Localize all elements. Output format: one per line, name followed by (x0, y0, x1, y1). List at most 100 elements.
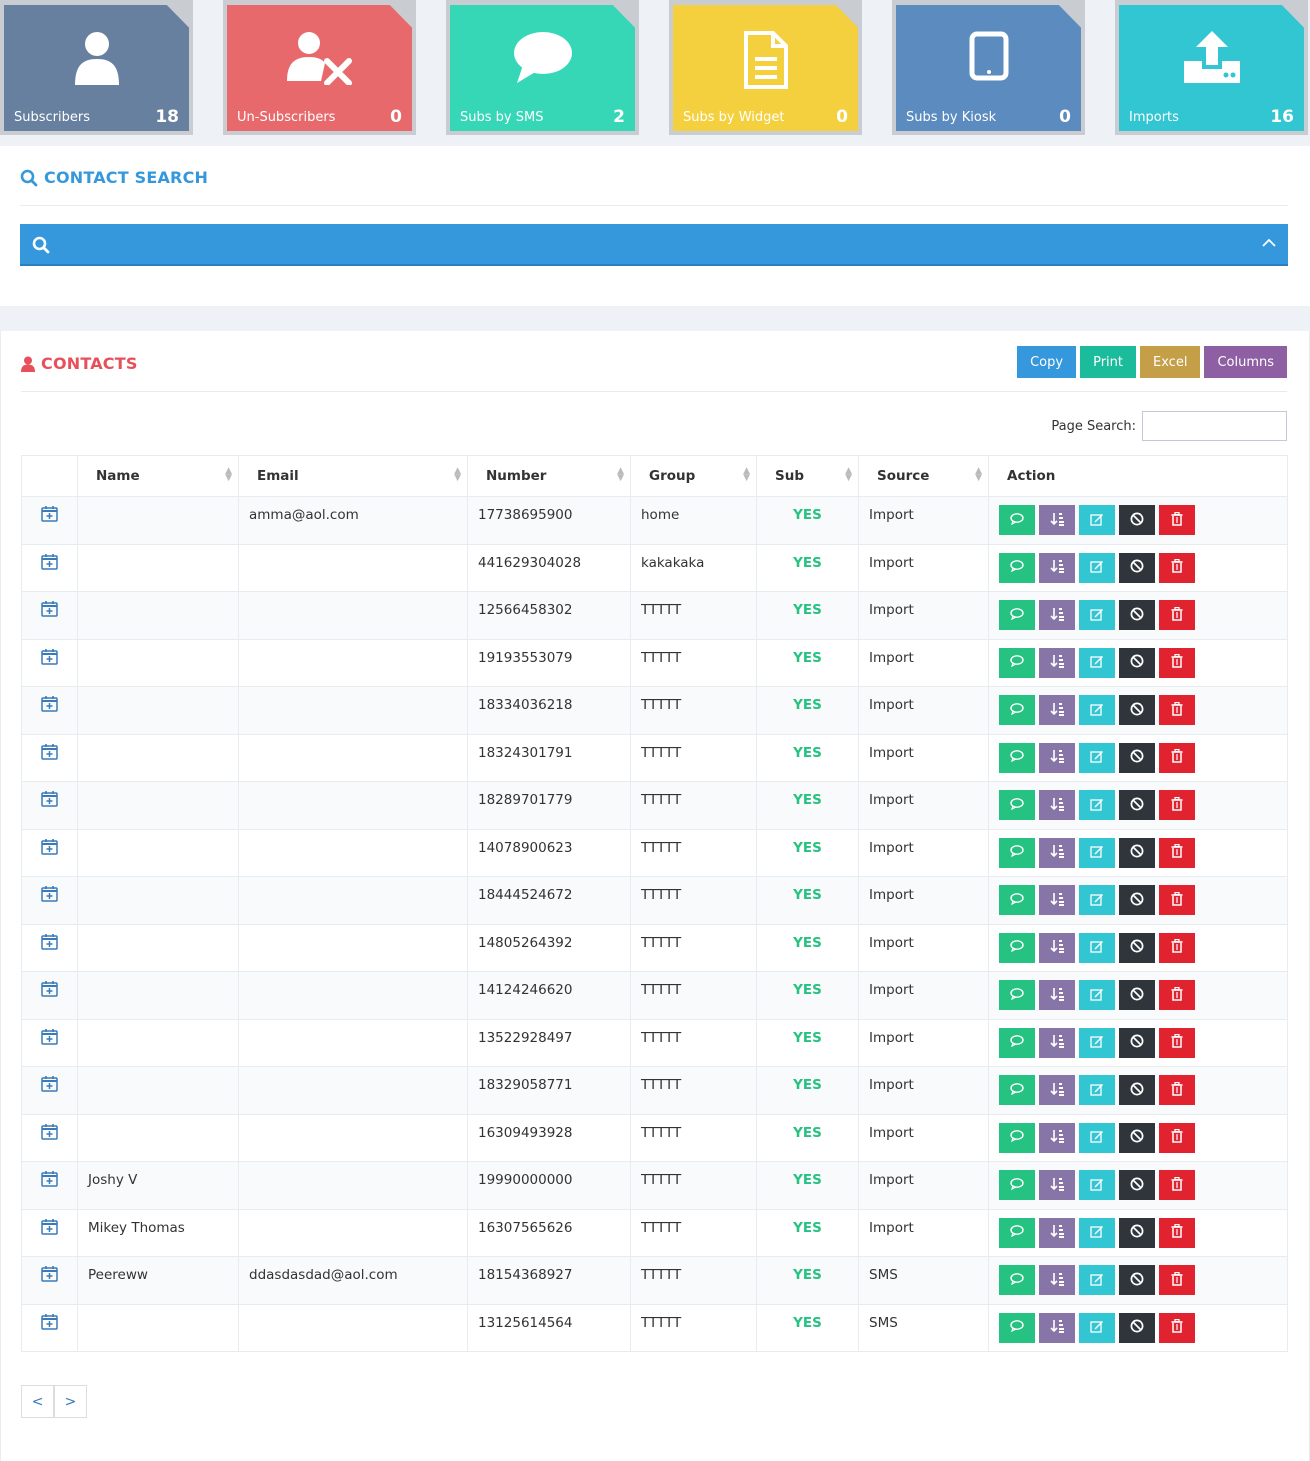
trash-button[interactable] (1159, 1027, 1195, 1058)
block-button[interactable] (1119, 1122, 1155, 1153)
trash-button[interactable] (1159, 1312, 1195, 1343)
trash-button[interactable] (1159, 1122, 1195, 1153)
sort-button[interactable] (1039, 1122, 1075, 1153)
message-button[interactable] (999, 552, 1035, 583)
trash-button[interactable] (1159, 980, 1195, 1010)
column-header-email[interactable]: Email ▲ ▼ (238, 455, 468, 497)
edit-button[interactable] (1079, 695, 1115, 725)
block-button[interactable] (1119, 1265, 1155, 1295)
stat-tile-subs-by-widget[interactable]: Subs by Widget 0 (669, 0, 862, 135)
edit-button[interactable] (1079, 932, 1115, 963)
trash-button[interactable] (1159, 837, 1195, 868)
block-button[interactable] (1119, 695, 1155, 725)
message-button[interactable] (999, 1265, 1035, 1295)
stat-tile-imports[interactable]: Imports 16 (1115, 0, 1308, 135)
calendar-add-icon[interactable] (41, 933, 58, 950)
sort-button[interactable] (1039, 1027, 1075, 1058)
calendar-add-icon[interactable] (41, 1028, 58, 1045)
sort-button[interactable] (1039, 1265, 1075, 1295)
block-button[interactable] (1119, 1312, 1155, 1343)
stat-tile-subs-by-sms[interactable]: Subs by SMS 2 (446, 0, 639, 135)
copy-button[interactable]: Copy (1017, 346, 1077, 378)
edit-button[interactable] (1079, 647, 1115, 678)
column-header-source[interactable]: Source ▲ ▼ (858, 455, 989, 497)
edit-button[interactable] (1079, 600, 1115, 630)
message-button[interactable] (999, 1312, 1035, 1343)
trash-button[interactable] (1159, 1217, 1195, 1248)
sort-button[interactable] (1039, 1312, 1075, 1343)
calendar-add-icon[interactable] (41, 648, 58, 665)
message-button[interactable] (999, 695, 1035, 725)
message-button[interactable] (999, 1217, 1035, 1248)
chevron-up-icon[interactable] (1262, 238, 1276, 248)
trash-button[interactable] (1159, 647, 1195, 678)
message-button[interactable] (999, 1170, 1035, 1200)
calendar-add-icon[interactable] (41, 1218, 58, 1235)
block-button[interactable] (1119, 790, 1155, 820)
sort-button[interactable] (1039, 695, 1075, 725)
calendar-add-icon[interactable] (41, 1313, 58, 1330)
message-button[interactable] (999, 790, 1035, 820)
calendar-add-icon[interactable] (41, 505, 58, 522)
sort-button[interactable] (1039, 837, 1075, 868)
edit-button[interactable] (1079, 1027, 1115, 1058)
columns-button[interactable]: Columns (1204, 346, 1287, 378)
message-button[interactable] (999, 837, 1035, 868)
message-button[interactable] (999, 742, 1035, 773)
next-page-button[interactable]: > (54, 1385, 87, 1418)
message-button[interactable] (999, 1027, 1035, 1058)
edit-button[interactable] (1079, 1122, 1115, 1153)
message-button[interactable] (999, 932, 1035, 963)
calendar-add-icon[interactable] (41, 1123, 58, 1140)
edit-button[interactable] (1079, 1217, 1115, 1248)
calendar-add-icon[interactable] (41, 743, 58, 760)
edit-button[interactable] (1079, 1265, 1115, 1295)
edit-button[interactable] (1079, 1312, 1115, 1343)
edit-button[interactable] (1079, 1075, 1115, 1105)
calendar-add-icon[interactable] (41, 790, 58, 807)
calendar-add-icon[interactable] (41, 695, 58, 712)
sort-button[interactable] (1039, 885, 1075, 915)
block-button[interactable] (1119, 1217, 1155, 1248)
column-header-sub[interactable]: Sub ▲ ▼ (756, 455, 859, 497)
trash-button[interactable] (1159, 932, 1195, 963)
edit-button[interactable] (1079, 742, 1115, 773)
trash-button[interactable] (1159, 1170, 1195, 1200)
block-button[interactable] (1119, 600, 1155, 630)
stat-tile-subscribers[interactable]: Subscribers 18 (0, 0, 193, 135)
calendar-add-icon[interactable] (41, 980, 58, 997)
trash-button[interactable] (1159, 505, 1195, 535)
message-button[interactable] (999, 1075, 1035, 1105)
sort-button[interactable] (1039, 600, 1075, 630)
trash-button[interactable] (1159, 742, 1195, 773)
sort-button[interactable] (1039, 647, 1075, 678)
trash-button[interactable] (1159, 552, 1195, 583)
print-button[interactable]: Print (1080, 346, 1136, 378)
excel-button[interactable]: Excel (1140, 346, 1201, 378)
edit-button[interactable] (1079, 552, 1115, 583)
block-button[interactable] (1119, 647, 1155, 678)
calendar-add-icon[interactable] (41, 1075, 58, 1092)
trash-button[interactable] (1159, 695, 1195, 725)
sort-button[interactable] (1039, 790, 1075, 820)
calendar-add-icon[interactable] (41, 1265, 58, 1282)
trash-button[interactable] (1159, 790, 1195, 820)
block-button[interactable] (1119, 837, 1155, 868)
column-header-number[interactable]: Number ▲ ▼ (467, 455, 631, 497)
edit-button[interactable] (1079, 1170, 1115, 1200)
edit-button[interactable] (1079, 790, 1115, 820)
edit-button[interactable] (1079, 837, 1115, 868)
message-button[interactable] (999, 505, 1035, 535)
block-button[interactable] (1119, 1075, 1155, 1105)
prev-page-button[interactable]: < (21, 1385, 54, 1418)
message-button[interactable] (999, 980, 1035, 1010)
trash-button[interactable] (1159, 600, 1195, 630)
column-header-group[interactable]: Group ▲ ▼ (630, 455, 757, 497)
stat-tile-subs-by-kiosk[interactable]: Subs by Kiosk 0 (892, 0, 1085, 135)
edit-button[interactable] (1079, 885, 1115, 915)
calendar-add-icon[interactable] (41, 885, 58, 902)
sort-button[interactable] (1039, 1170, 1075, 1200)
edit-button[interactable] (1079, 505, 1115, 535)
search-toggle-bar[interactable] (20, 224, 1288, 266)
block-button[interactable] (1119, 980, 1155, 1010)
